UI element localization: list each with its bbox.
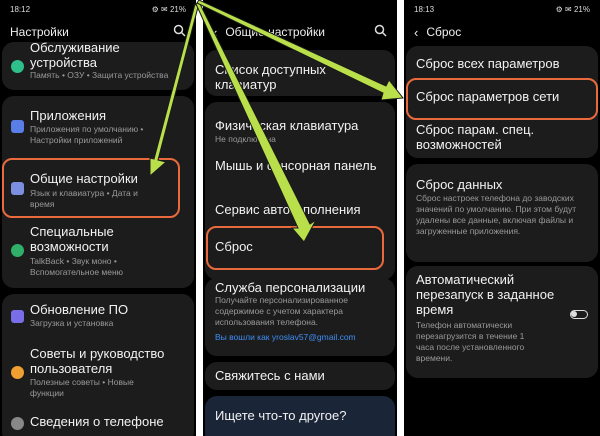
menu-item-subtitle: Сброс настроек телефона до заводских зна… (416, 193, 577, 236)
menu-item-subtitle: TalkBack • Звук моно • Вспомогательное м… (30, 256, 124, 277)
device-care-icon (11, 60, 24, 73)
menu-item-keyboard-list[interactable]: Список доступных клавиатур (205, 50, 395, 96)
tips-icon (11, 366, 24, 379)
back-arrow-icon[interactable]: ‹ (414, 25, 418, 40)
menu-item-title: Обслуживание устройства (30, 40, 120, 70)
menu-item-title: Советы и руководство пользователя (30, 346, 165, 376)
reset-group-3: Автоматический перезапуск в заданное вре… (406, 266, 598, 378)
menu-item-title: Специальные возможности (30, 224, 114, 254)
settings-screen: 18:12 ⚙ ✉ 21% Настройки Обслуживание уст… (0, 0, 196, 436)
menu-item-physical-keyboard[interactable]: Физическая клавиатура Не подключена (205, 102, 395, 144)
account-link[interactable]: Вы вошли как yroslav57@gmail.com (215, 332, 395, 343)
settings-group-personalization: Служба персонализации Получайте персонал… (205, 278, 395, 356)
menu-item-accessibility[interactable]: Специальные возможности TalkBack • Звук … (2, 224, 194, 284)
menu-item-title: Сброс данных (416, 177, 503, 192)
status-icons: ⚙ ✉ 21% (555, 5, 590, 14)
settings-group-1: Обслуживание устройства Память • ОЗУ • З… (2, 40, 194, 90)
menu-item-title: Физическая клавиатура (215, 118, 359, 133)
menu-item-contact-us[interactable]: Свяжитесь с нами (205, 362, 395, 390)
page-title: Настройки (10, 25, 69, 39)
auto-restart-toggle[interactable] (570, 310, 588, 319)
highlight-general-settings (2, 158, 180, 218)
menu-item-subtitle: Телефон автоматически перезагрузится в т… (416, 320, 525, 363)
app-bar: ‹ Общие настройки (213, 22, 387, 42)
menu-item-title: Мышь и сенсорная панель (215, 158, 377, 173)
status-bar: 18:12 ⚙ ✉ 21% (10, 5, 186, 17)
page-title: Сброс (426, 25, 462, 39)
settings-group-3: Обновление ПО Загрузка и установка Совет… (2, 294, 194, 436)
menu-item-autofill[interactable]: Сервис автозаполнения (205, 192, 395, 222)
menu-item-title: Сброс парам. спец. возможностей (416, 122, 535, 152)
info-icon (11, 417, 24, 430)
menu-item-title: Свяжитесь с нами (215, 368, 325, 383)
highlight-reset-network (406, 78, 598, 120)
apps-icon (11, 120, 24, 133)
menu-item-reset-all-settings[interactable]: Сброс всех параметров (406, 46, 598, 78)
search-icon[interactable] (173, 24, 186, 37)
status-time: 18:12 (10, 5, 31, 14)
menu-item-title: Приложения (30, 108, 107, 123)
menu-item-personalization[interactable]: Служба персонализации Получайте персонал… (205, 278, 395, 356)
app-bar: Настройки (10, 22, 186, 42)
search-suggestion-card[interactable]: Ищете что-то другое? (205, 396, 395, 436)
menu-item-apps[interactable]: Приложения Приложения по умолчанию • Нас… (2, 96, 194, 154)
menu-item-factory-reset[interactable]: Сброс данных Сброс настроек телефона до … (406, 164, 598, 262)
reset-group-2: Сброс данных Сброс настроек телефона до … (406, 164, 598, 262)
menu-item-title: Служба персонализации (215, 280, 366, 295)
page-title: Общие настройки (225, 25, 325, 39)
menu-item-auto-restart[interactable]: Автоматический перезапуск в заданное вре… (406, 266, 598, 378)
back-arrow-icon[interactable]: ‹ (213, 25, 217, 40)
menu-item-subtitle: Не подключена (215, 134, 276, 144)
update-icon (11, 310, 24, 323)
menu-item-about-phone[interactable]: Сведения о телефоне (2, 408, 194, 436)
status-icons: ⚙ ✉ 21% (151, 5, 186, 14)
menu-item-subtitle: Приложения по умолчанию • Настройки прил… (30, 124, 144, 145)
footer-text: Ищете что-то другое? (215, 408, 347, 423)
app-bar: ‹ Сброс (414, 22, 590, 42)
search-icon[interactable] (374, 24, 387, 37)
menu-item-title: Обновление ПО (30, 302, 129, 317)
menu-item-title: Сервис автозаполнения (215, 202, 361, 217)
menu-item-title: Список доступных клавиатур (215, 62, 326, 92)
menu-item-tips[interactable]: Советы и руководство пользователя Полезн… (2, 342, 194, 400)
menu-item-title: Сброс всех параметров (416, 56, 560, 71)
menu-item-software-update[interactable]: Обновление ПО Загрузка и установка (2, 294, 194, 338)
settings-group-contact: Свяжитесь с нами (205, 362, 395, 390)
menu-item-subtitle: Память • ОЗУ • Защита устройства (30, 70, 169, 80)
menu-item-title: Автоматический перезапуск в заданное вре… (416, 272, 555, 317)
accessibility-icon (11, 244, 24, 257)
menu-item-subtitle: Загрузка и установка (30, 318, 114, 328)
menu-item-subtitle: Получайте персонализированное содержимое… (215, 295, 348, 327)
menu-item-subtitle: Полезные советы • Новые функции (30, 377, 134, 398)
general-settings-screen: ‹ Общие настройки Список доступных клави… (203, 0, 397, 436)
status-time: 18:13 (414, 5, 435, 14)
menu-item-reset-accessibility[interactable]: Сброс парам. спец. возможностей (406, 118, 598, 156)
highlight-reset (206, 226, 384, 270)
status-bar: 18:13 ⚙ ✉ 21% (414, 5, 590, 17)
menu-item-title: Сведения о телефоне (30, 414, 164, 429)
menu-item-device-care[interactable]: Обслуживание устройства Память • ОЗУ • З… (2, 40, 194, 90)
settings-group-keyboards: Список доступных клавиатур (205, 50, 395, 96)
menu-item-mouse-touchpad[interactable]: Мышь и сенсорная панель (205, 148, 395, 178)
reset-screen: 18:13 ⚙ ✉ 21% ‹ Сброс Сброс всех парамет… (404, 0, 600, 436)
